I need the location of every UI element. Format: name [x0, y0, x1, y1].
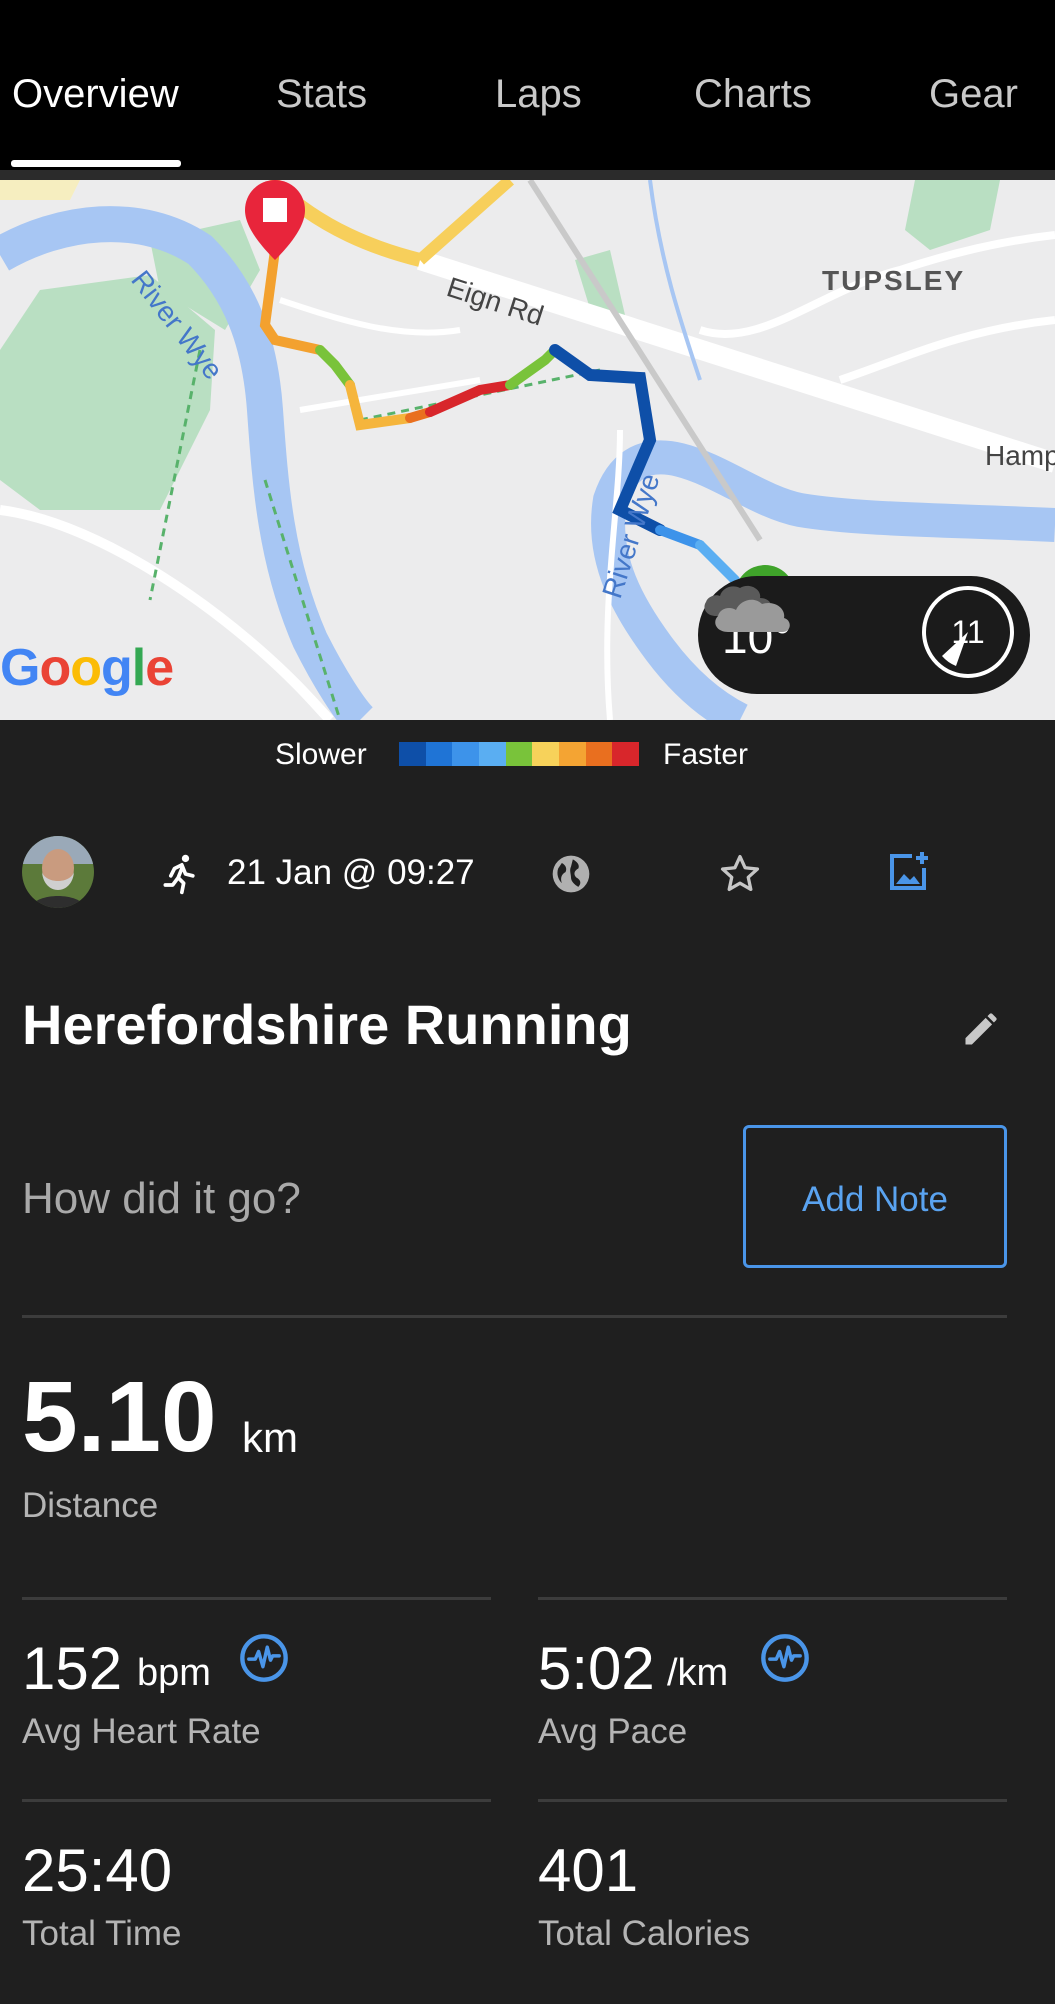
- star-icon[interactable]: [718, 852, 762, 896]
- tab-bar: Overview Stats Laps Charts Gear: [0, 0, 1055, 170]
- activity-title: Herefordshire Running: [22, 993, 632, 1056]
- pace-unit: /km: [667, 1652, 729, 1694]
- google-logo: Google: [0, 639, 174, 697]
- map-label-road-2: Hamp: [985, 440, 1055, 471]
- legend-swatch: [399, 742, 426, 766]
- pace-legend: Slower Faster: [0, 736, 1055, 776]
- legend-swatch: [505, 742, 533, 766]
- activity-date: 21 Jan @ 09:27: [227, 853, 475, 892]
- note-prompt: How did it go?: [22, 1174, 301, 1223]
- tab-overview[interactable]: Overview: [12, 72, 179, 117]
- divider: [22, 1597, 491, 1600]
- heart-rate-unit: bpm: [137, 1652, 211, 1694]
- legend-slower-label: Slower: [275, 738, 367, 771]
- add-note-button[interactable]: Add Note: [743, 1125, 1007, 1268]
- distance-value: 5.10: [22, 1361, 217, 1473]
- tab-divider: [0, 170, 1055, 180]
- heart-rate-value: 152: [22, 1635, 123, 1702]
- avatar-image: [22, 836, 94, 908]
- total-time-label: Total Time: [22, 1914, 182, 1953]
- weather-indicator: 11: [922, 586, 1014, 678]
- legend-swatch: [559, 742, 586, 766]
- legend-swatch: [452, 742, 480, 766]
- total-calories-label: Total Calories: [538, 1914, 751, 1953]
- legend-swatch: [479, 742, 506, 766]
- heart-rate-label: Avg Heart Rate: [22, 1712, 261, 1751]
- map-label-area: TUPSLEY: [822, 265, 965, 296]
- globe-icon[interactable]: [549, 852, 593, 896]
- pace-label: Avg Pace: [538, 1712, 688, 1751]
- distance-unit: km: [242, 1414, 298, 1461]
- route-map[interactable]: River Wye River Wye Eign Rd TUPSLEY Hamp…: [0, 180, 1055, 720]
- legend-swatch: [425, 742, 453, 766]
- avatar[interactable]: [22, 836, 94, 908]
- tab-charts[interactable]: Charts: [694, 72, 812, 117]
- weather-badge[interactable]: 10° 11: [698, 576, 1030, 694]
- weather-indicator-value: 11: [951, 614, 985, 650]
- pace-value: 5:02: [538, 1635, 655, 1702]
- divider: [538, 1597, 1007, 1600]
- legend-gradient: [399, 742, 640, 766]
- tab-active-indicator: [11, 160, 181, 167]
- edit-icon[interactable]: [960, 1006, 1004, 1050]
- legend-swatch: [612, 742, 640, 766]
- tab-stats[interactable]: Stats: [276, 72, 367, 117]
- pace-source-icon[interactable]: [759, 1632, 811, 1684]
- tab-laps[interactable]: Laps: [495, 72, 582, 117]
- divider: [22, 1799, 491, 1802]
- tab-gear[interactable]: Gear: [929, 72, 1018, 117]
- heart-rate-source-icon[interactable]: [238, 1632, 290, 1684]
- running-icon: [163, 854, 195, 895]
- add-photo-icon[interactable]: [884, 848, 932, 896]
- legend-swatch: [585, 742, 613, 766]
- total-calories-value: 401: [538, 1837, 639, 1904]
- distance-label: Distance: [22, 1486, 159, 1525]
- legend-faster-label: Faster: [663, 738, 749, 771]
- total-time-value: 25:40: [22, 1837, 173, 1904]
- add-note-label: Add Note: [802, 1180, 948, 1219]
- legend-swatch: [532, 742, 560, 766]
- divider: [538, 1799, 1007, 1802]
- divider: [22, 1315, 1007, 1318]
- cloud-icon: [704, 585, 790, 632]
